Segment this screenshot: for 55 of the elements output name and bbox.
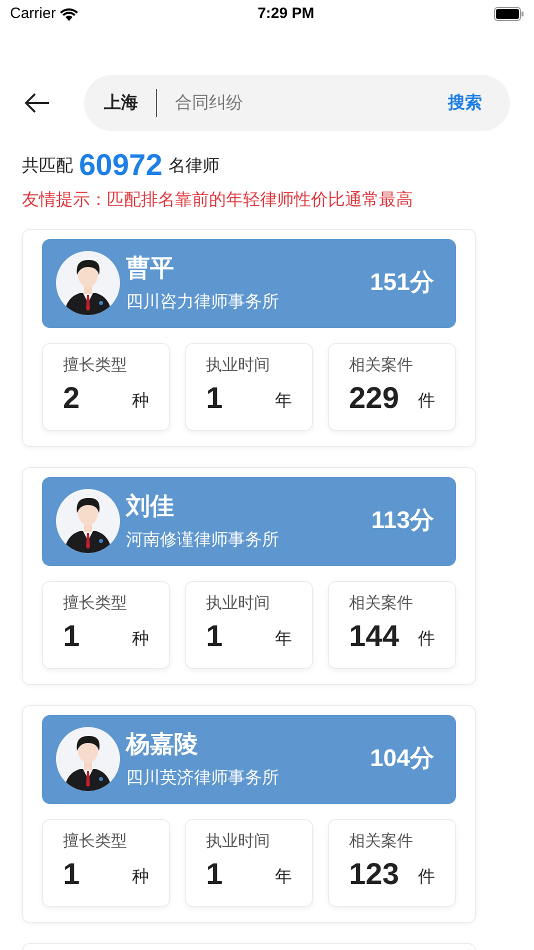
stat-label: 相关案件 xyxy=(349,355,414,376)
avatar-icon xyxy=(56,727,120,791)
stat-unit: 种 xyxy=(132,866,149,888)
summary-prefix: 共匹配 xyxy=(22,154,73,176)
lawyer-card[interactable]: 杨嘉陵 四川英济律师事务所 104分 擅长类型 1 种 执业时间 1 年 相关案件 123 件 xyxy=(22,704,476,922)
battery-icon xyxy=(494,7,524,21)
stat-label: 擅长类型 xyxy=(63,356,128,376)
stat-value: 1 xyxy=(63,860,80,890)
stat-label: 相关案件 xyxy=(349,831,414,852)
lawyer-card[interactable]: 刘佳 河南修谨律师事务所 113分 擅长类型 1 种 执业时间 1 年 相关案件 144 件 xyxy=(22,466,476,684)
lawyer-name: 杨嘉陵 xyxy=(126,730,199,760)
stat-label: 执业时间 xyxy=(206,832,271,852)
wifi-icon xyxy=(60,8,78,20)
stat-unit: 件 xyxy=(418,866,435,888)
search-field[interactable]: 合同纠纷 xyxy=(175,90,448,116)
summary-suffix: 名律师 xyxy=(168,154,220,176)
tip-text: 友情提示：匹配排名靠前的年轻律师性价比通常最高 xyxy=(21,189,414,211)
score: 113分 xyxy=(371,506,434,536)
law-firm: 河南修谨律师事务所 xyxy=(126,529,280,552)
stat-value: 1 xyxy=(206,860,223,890)
stat-value: 144 xyxy=(349,622,400,652)
score: 104分 xyxy=(370,744,434,774)
law-firm: 四川咨力律师事务所 xyxy=(126,291,280,314)
lawyer-name: 曹平 xyxy=(126,254,175,284)
search-button[interactable]: 搜索 xyxy=(448,90,482,116)
back-arrow-icon xyxy=(24,92,50,114)
match-count: 60972 xyxy=(79,151,162,181)
avatar-icon xyxy=(56,489,120,553)
stat-unit: 年 xyxy=(275,628,292,650)
city-selector[interactable]: 上海 xyxy=(104,90,138,116)
lawyer-name: 刘佳 xyxy=(126,492,175,522)
law-firm: 四川英济律师事务所 xyxy=(126,767,280,790)
carrier-text: Carrier xyxy=(10,4,56,24)
stat-value: 1 xyxy=(206,622,223,652)
score: 151分 xyxy=(370,268,434,298)
stat-unit: 件 xyxy=(418,628,435,650)
stat-unit: 种 xyxy=(132,628,149,650)
stat-value: 1 xyxy=(206,384,223,414)
stat-label: 擅长类型 xyxy=(63,594,128,614)
stat-value: 123 xyxy=(349,860,400,890)
stat-label: 相关案件 xyxy=(349,593,414,614)
lawyer-card[interactable]: 曹平 四川咨力律师事务所 151分 擅长类型 2 种 执业时间 1 年 相关案件 229 件 xyxy=(22,228,476,446)
stat-unit: 年 xyxy=(275,866,292,888)
stat-label: 执业时间 xyxy=(206,594,271,614)
stat-unit: 种 xyxy=(132,390,149,412)
stat-value: 229 xyxy=(349,384,400,414)
avatar-icon xyxy=(56,251,120,315)
stat-value: 2 xyxy=(63,384,80,414)
clock-text: 7:29 PM xyxy=(258,4,314,24)
stat-value: 1 xyxy=(63,622,80,652)
stat-unit: 年 xyxy=(275,390,292,412)
search-bar[interactable]: 上海 合同纠纷 搜索 xyxy=(84,75,510,131)
stat-unit: 件 xyxy=(418,390,435,412)
stat-label: 擅长类型 xyxy=(63,832,128,852)
stat-label: 执业时间 xyxy=(206,356,271,376)
